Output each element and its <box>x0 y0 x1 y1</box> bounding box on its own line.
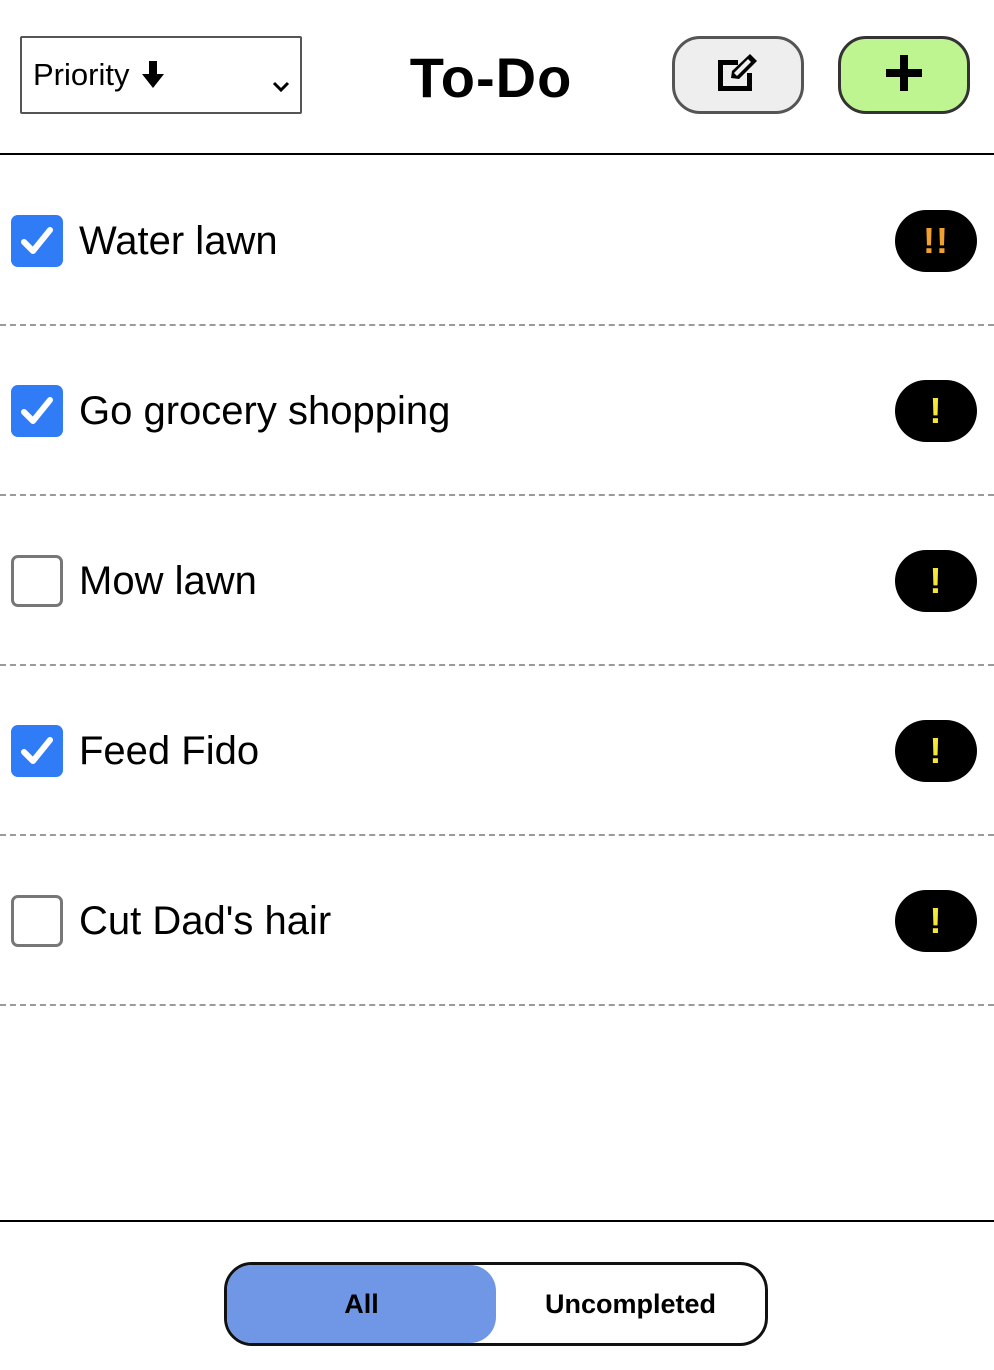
priority-badge[interactable]: ! <box>895 720 977 782</box>
filter-segmented-control: All Uncompleted <box>224 1262 768 1346</box>
todo-checkbox[interactable] <box>11 725 63 777</box>
checkmark-icon <box>21 737 53 764</box>
footer-bar: All Uncompleted <box>0 1220 994 1370</box>
page-title: To-Do <box>409 46 573 109</box>
todo-label: Cut Dad's hair <box>79 899 332 943</box>
todo-label: Go grocery shopping <box>79 389 451 433</box>
filter-uncompleted-tab[interactable]: Uncompleted <box>496 1265 765 1343</box>
todo-row: Mow lawn ! <box>0 496 994 666</box>
todo-row: Water lawn !! <box>0 156 994 326</box>
filter-all-tab[interactable]: All <box>227 1265 496 1343</box>
arrow-down-icon <box>141 60 165 90</box>
priority-badge[interactable]: ! <box>895 890 977 952</box>
todo-label: Feed Fido <box>79 729 260 773</box>
add-button[interactable] <box>838 36 970 114</box>
priority-badge[interactable]: ! <box>895 380 977 442</box>
todo-list: Water lawn !! Go grocery shopping ! Mow … <box>0 156 994 1006</box>
todo-label: Mow lawn <box>79 559 257 603</box>
todo-checkbox[interactable] <box>11 895 63 947</box>
todo-row: Feed Fido ! <box>0 666 994 836</box>
priority-badge[interactable]: !! <box>895 210 977 272</box>
sort-select-label: Priority <box>33 57 130 92</box>
checkmark-icon <box>21 397 53 424</box>
plus-icon <box>884 53 924 98</box>
todo-checkbox[interactable] <box>11 385 63 437</box>
todo-label: Water lawn <box>79 219 278 263</box>
edit-square-icon <box>714 52 762 99</box>
sort-select[interactable]: Priority <box>20 36 302 114</box>
todo-checkbox[interactable] <box>11 215 63 267</box>
todo-row: Go grocery shopping ! <box>0 326 994 496</box>
todo-row: Cut Dad's hair ! <box>0 836 994 1006</box>
edit-button[interactable] <box>672 36 804 114</box>
checkmark-icon <box>21 227 53 254</box>
chevron-down-icon <box>272 66 290 102</box>
todo-checkbox[interactable] <box>11 555 63 607</box>
header-bar: Priority To-Do <box>0 0 994 155</box>
priority-badge[interactable]: ! <box>895 550 977 612</box>
